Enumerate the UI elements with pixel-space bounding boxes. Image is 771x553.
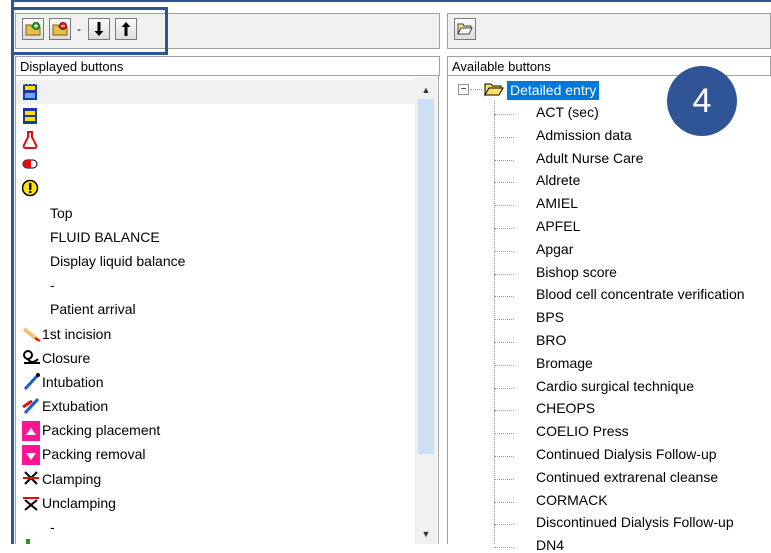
tree-connector bbox=[494, 250, 514, 252]
vertical-scrollbar[interactable]: ▲ ▼ bbox=[415, 77, 437, 544]
tube-blue-icon bbox=[22, 373, 42, 391]
packing-pink-icon bbox=[22, 421, 42, 441]
tree-connector bbox=[494, 547, 514, 549]
frame-left-line bbox=[11, 0, 14, 544]
tree-vertical-guide bbox=[494, 101, 495, 544]
tree-connector bbox=[494, 410, 514, 412]
tree-item[interactable]: BPS bbox=[536, 309, 564, 325]
tree-item[interactable]: APFEL bbox=[536, 218, 580, 234]
tree-connector bbox=[494, 342, 514, 343]
film-yellow-icon bbox=[22, 107, 42, 125]
list-item[interactable] bbox=[22, 104, 42, 128]
folder-open-icon bbox=[457, 23, 473, 35]
tree-item[interactable]: BRO bbox=[536, 332, 566, 348]
list-item[interactable]: Extubation bbox=[22, 394, 108, 418]
tree-item[interactable]: CORMACK bbox=[536, 492, 608, 508]
scroll-thumb[interactable] bbox=[418, 99, 434, 454]
list-item[interactable] bbox=[21, 176, 42, 200]
tree-item[interactable]: Continued Dialysis Follow-up bbox=[536, 446, 717, 462]
list-item[interactable]: - bbox=[50, 515, 55, 539]
tree-connector bbox=[494, 136, 514, 138]
open-folder-button[interactable] bbox=[454, 18, 476, 40]
list-item[interactable]: - bbox=[50, 273, 55, 297]
list-item[interactable]: Intubation bbox=[22, 370, 104, 394]
tree-root-connector bbox=[470, 89, 482, 90]
tree-connector bbox=[494, 182, 514, 184]
tree-item[interactable]: Cardio surgical technique bbox=[536, 378, 694, 394]
folder-open-icon bbox=[484, 82, 504, 100]
tree-connector bbox=[494, 319, 514, 321]
tree-connector bbox=[494, 364, 514, 366]
film-strip-icon bbox=[22, 83, 42, 101]
list-item[interactable]: Top bbox=[50, 201, 73, 225]
list-item[interactable] bbox=[22, 152, 42, 176]
tree-connector bbox=[494, 296, 514, 298]
tree-connector bbox=[494, 501, 514, 503]
clamp-icon bbox=[22, 470, 42, 488]
tree-connector bbox=[494, 205, 514, 207]
toolbar-highlight-box bbox=[11, 7, 168, 55]
tree-item[interactable]: CHEOPS bbox=[536, 400, 595, 416]
selected-row-highlight bbox=[16, 80, 415, 104]
list-item[interactable]: Closure bbox=[22, 346, 90, 370]
packing-pink-icon bbox=[22, 445, 42, 465]
tree-item[interactable]: Adult Nurse Care bbox=[536, 150, 643, 166]
tree-item[interactable]: Continued extrarenal cleanse bbox=[536, 469, 718, 485]
list-item[interactable]: Packing placement bbox=[22, 418, 160, 442]
list-item[interactable]: Packing removal bbox=[22, 442, 146, 466]
displayed-buttons-list[interactable]: Top FLUID BALANCE Display liquid balance… bbox=[15, 76, 415, 544]
tree-item[interactable]: Bishop score bbox=[536, 264, 617, 280]
tree-connector bbox=[494, 387, 514, 389]
frame-top-line bbox=[11, 0, 771, 2]
tree-connector bbox=[494, 228, 514, 229]
list-item[interactable]: FLUID BALANCE bbox=[50, 225, 160, 249]
tree-item[interactable]: Bromage bbox=[536, 355, 593, 371]
scroll-up-icon[interactable]: ▲ bbox=[415, 80, 437, 100]
list-item[interactable]: Unclamping bbox=[22, 491, 116, 515]
tree-root-node[interactable]: Detailed entry bbox=[507, 81, 600, 100]
tree-item[interactable]: AMIEL bbox=[536, 195, 578, 211]
right-toolbar bbox=[447, 13, 771, 49]
tree-connector bbox=[494, 456, 514, 457]
tree-item[interactable]: Apgar bbox=[536, 241, 573, 257]
tree-item[interactable]: Aldrete bbox=[536, 172, 580, 188]
tree-item[interactable]: COELIO Press bbox=[536, 423, 629, 439]
list-item[interactable] bbox=[22, 80, 42, 104]
capsule-red-icon bbox=[22, 155, 42, 173]
tree-connector bbox=[494, 159, 514, 161]
scroll-down-icon[interactable]: ▼ bbox=[415, 524, 437, 544]
scalpel-icon bbox=[22, 325, 42, 343]
list-right-border bbox=[438, 76, 439, 544]
tree-item[interactable]: DN4 bbox=[536, 537, 564, 553]
partial-green-icon bbox=[26, 539, 30, 544]
displayed-buttons-header: Displayed buttons bbox=[15, 56, 440, 76]
list-item[interactable]: 1st incision bbox=[22, 322, 111, 346]
tree-connector bbox=[494, 524, 514, 526]
list-item[interactable]: Display liquid balance bbox=[50, 249, 185, 273]
tree-item[interactable]: Discontinued Dialysis Follow-up bbox=[536, 514, 734, 530]
suture-icon bbox=[22, 349, 42, 367]
tree-item[interactable]: Blood cell concentrate verification bbox=[536, 286, 745, 302]
tree-expander[interactable]: − bbox=[458, 84, 469, 95]
tree-connector bbox=[494, 273, 514, 275]
tree-connector bbox=[494, 478, 514, 480]
unclamp-icon bbox=[22, 494, 42, 512]
tree-item[interactable]: Admission data bbox=[536, 127, 632, 143]
tree-item[interactable]: ACT (sec) bbox=[536, 104, 599, 120]
tree-connector bbox=[494, 433, 514, 435]
tube-red-blue-icon bbox=[22, 397, 42, 415]
list-item[interactable] bbox=[22, 128, 42, 152]
step-number-badge: 4 bbox=[667, 66, 737, 136]
list-item[interactable]: Clamping bbox=[22, 467, 101, 491]
flask-red-icon bbox=[22, 131, 42, 149]
list-item[interactable]: Patient arrival bbox=[50, 297, 136, 321]
warning-exclamation-icon bbox=[21, 179, 42, 197]
tree-connector bbox=[494, 114, 514, 115]
